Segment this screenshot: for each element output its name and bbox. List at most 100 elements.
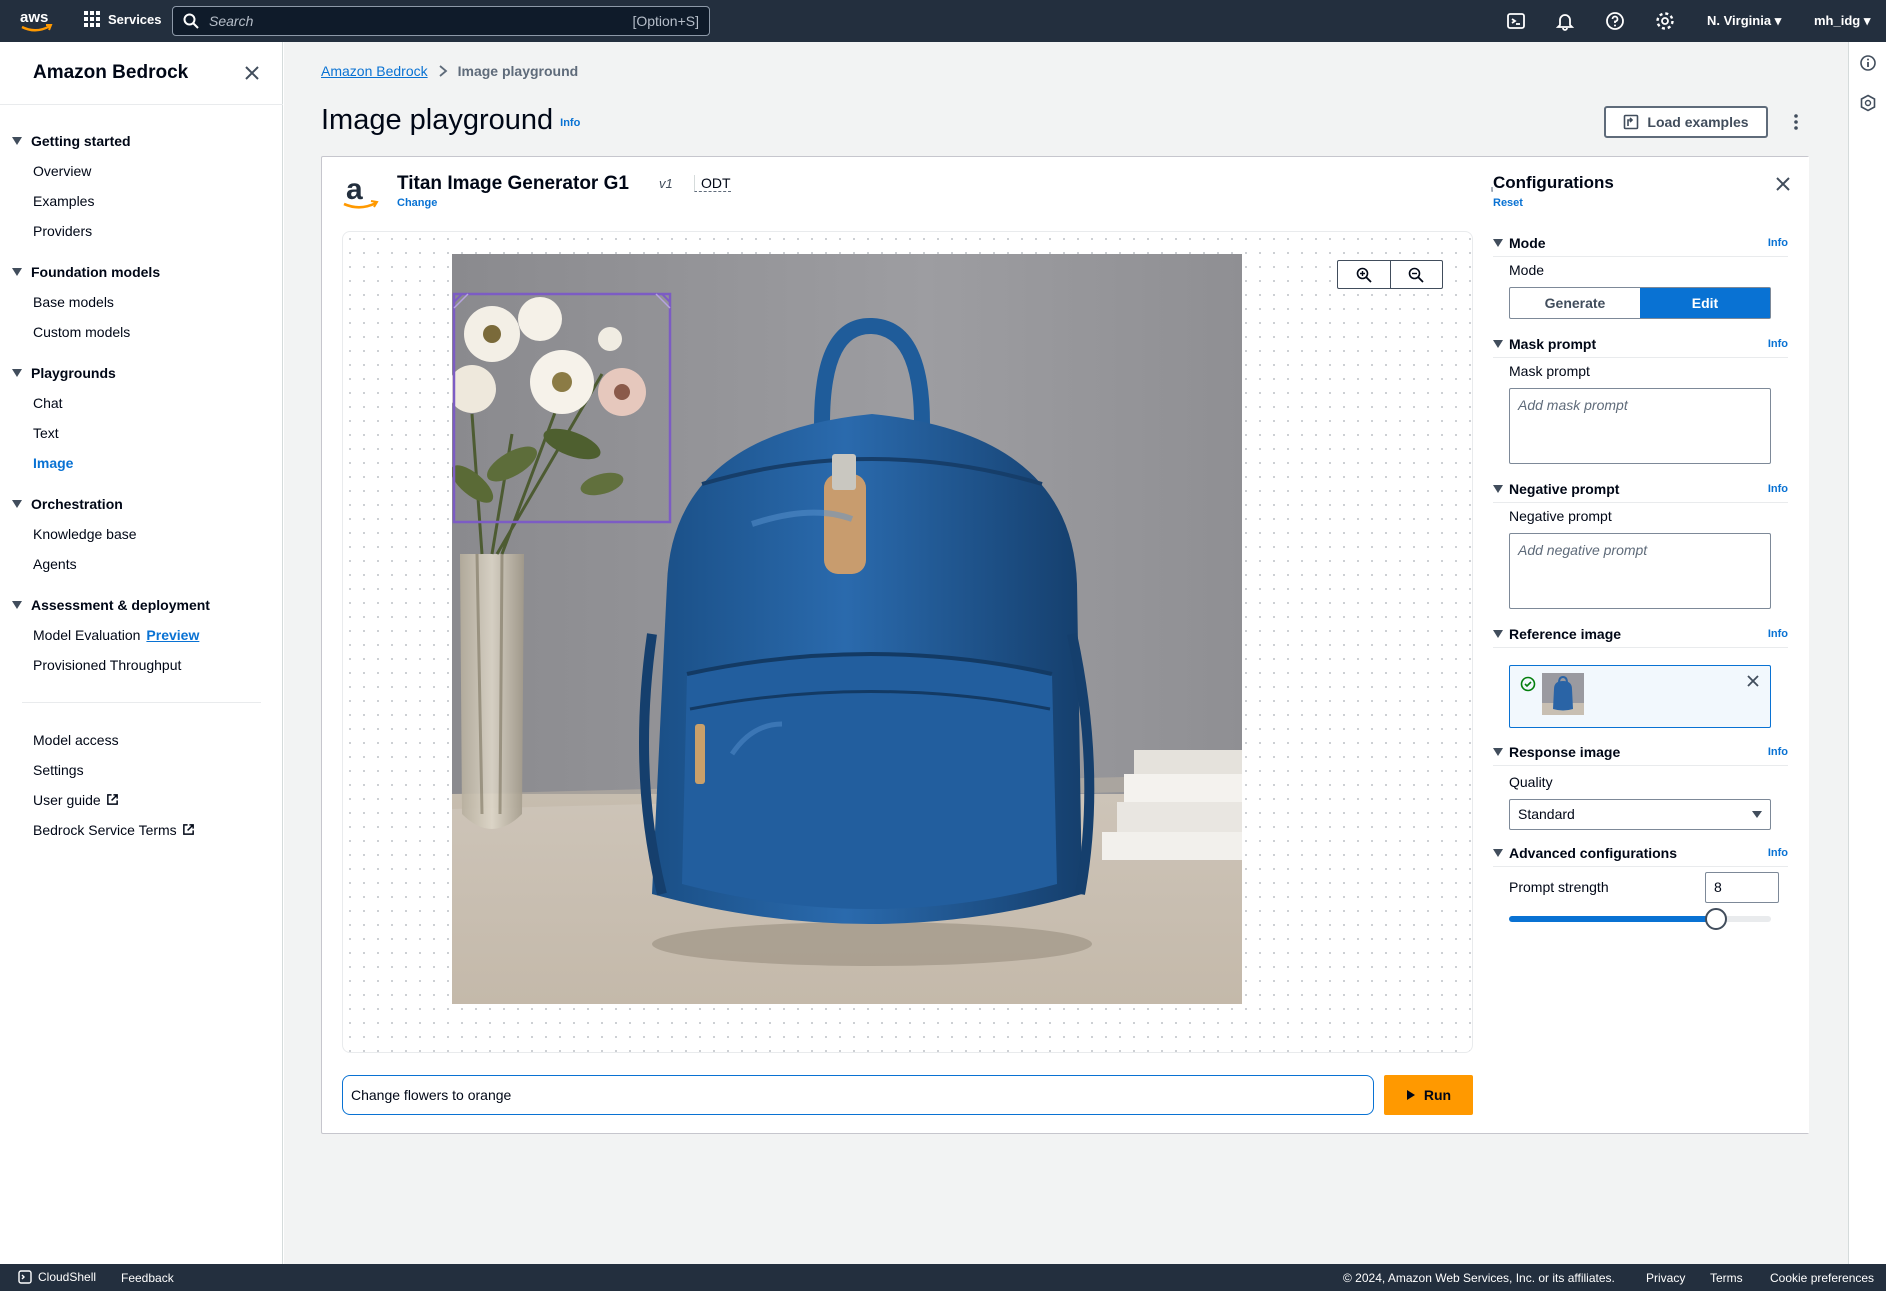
main-content: Amazon Bedrock Image playground Image pl… [284,42,1848,1264]
section-advanced-configurations[interactable]: Advanced configurations Info [1493,845,1788,867]
info-link[interactable]: Info [560,117,580,129]
zoom-in-button[interactable] [1338,261,1391,288]
sidebar-item-model-access[interactable]: Model access [0,725,283,755]
sidebar-item-settings[interactable]: Settings [0,755,283,785]
reference-image-card[interactable] [1509,665,1771,728]
reset-link[interactable]: Reset [1493,197,1523,209]
cloudshell-icon [18,1270,32,1284]
zoom-out-button[interactable] [1391,261,1443,288]
sidebar-item-model-evaluation[interactable]: Model Evaluation Preview [0,620,283,650]
region-selector[interactable]: N. Virginia ▾ [1707,13,1781,29]
sidebar-item-label: Model Evaluation [33,627,141,643]
prompt-input[interactable]: Change flowers to orange [342,1075,1374,1115]
sidebar-item-user-guide[interactable]: User guide [0,785,283,815]
negative-prompt-textarea[interactable]: Add negative prompt [1509,533,1771,609]
expand-triangle-icon [12,369,22,377]
sidebar-item-provisioned-throughput[interactable]: Provisioned Throughput [0,650,283,680]
caret-down-icon: ▾ [1774,13,1782,28]
section-mode[interactable]: Mode Info [1493,235,1788,257]
info-link[interactable]: Info [1768,483,1788,495]
preview-badge[interactable]: Preview [146,627,199,643]
zoom-in-icon [1356,267,1372,283]
section-mask-prompt[interactable]: Mask prompt Info [1493,336,1788,358]
terms-link[interactable]: Terms [1710,1271,1743,1285]
info-link[interactable]: Info [1768,847,1788,859]
info-link[interactable]: Info [1768,338,1788,350]
section-response-image[interactable]: Response image Info [1493,744,1788,766]
nav-group-orchestration[interactable]: Orchestration [0,489,283,519]
sidebar-item-custom-models[interactable]: Custom models [0,317,283,347]
image-canvas[interactable] [342,231,1473,1053]
mask-prompt-textarea[interactable]: Add mask prompt [1509,388,1771,464]
expand-triangle-icon [12,137,22,145]
prompt-strength-input[interactable]: 8 [1705,872,1779,903]
cookie-preferences-link[interactable]: Cookie preferences [1770,1271,1874,1285]
expand-triangle-icon [12,500,22,508]
remove-icon[interactable] [1746,674,1760,693]
collapse-triangle-icon [1493,630,1503,638]
change-model-link[interactable]: Change [397,197,437,209]
search-input[interactable]: Search [Option+S] [172,6,710,36]
info-circle-icon[interactable] [1859,54,1877,77]
sidebar-item-image[interactable]: Image [0,448,283,478]
sidebar-item-service-terms[interactable]: Bedrock Service Terms [0,815,283,845]
nav-group-assessment-deployment[interactable]: Assessment & deployment [0,590,283,620]
user-menu[interactable]: mh_idg ▾ [1814,13,1870,29]
sidebar-item-overview[interactable]: Overview [0,156,283,186]
check-circle-icon [1520,676,1536,692]
aws-logo[interactable]: aws [18,6,54,36]
more-options-icon[interactable] [1792,112,1800,132]
privacy-link[interactable]: Privacy [1646,1271,1685,1285]
section-title: Reference image [1509,626,1622,642]
section-negative-prompt[interactable]: Negative prompt Info [1493,481,1788,503]
run-button[interactable]: Run [1384,1075,1473,1115]
section-reference-image[interactable]: Reference image Info [1493,626,1788,648]
mode-generate-button[interactable]: Generate [1510,288,1640,318]
throughput-label[interactable]: ODT [694,175,731,192]
nav-group-label: Orchestration [31,496,123,512]
close-icon[interactable] [243,64,261,82]
sidebar-item-label: Bedrock Service Terms [33,822,177,838]
feedback-link[interactable]: Feedback [121,1271,174,1285]
section-title: Advanced configurations [1509,845,1678,861]
load-examples-button[interactable]: Load examples [1604,106,1768,138]
info-link[interactable]: Info [1768,746,1788,758]
settings-icon[interactable] [1655,11,1675,31]
prompt-strength-slider[interactable] [1509,908,1771,930]
sidebar-title[interactable]: Amazon Bedrock [33,62,188,84]
info-link[interactable]: Info [1768,237,1788,249]
sidebar-item-chat[interactable]: Chat [0,388,283,418]
load-examples-icon [1624,114,1639,130]
nav-group-getting-started[interactable]: Getting started [0,126,283,156]
slider-handle[interactable] [1704,908,1727,930]
caret-down-icon: ▾ [1863,13,1871,28]
breadcrumb-link-root[interactable]: Amazon Bedrock [321,63,428,79]
sidebar-item-examples[interactable]: Examples [0,186,283,216]
help-icon[interactable] [1605,11,1625,31]
quality-select[interactable]: Standard [1509,799,1771,830]
nav-group-foundation-models[interactable]: Foundation models [0,257,283,287]
collapse-triangle-icon [1493,239,1503,247]
external-link-icon [106,794,118,805]
close-icon[interactable] [1776,177,1790,191]
sidebar-item-base-models[interactable]: Base models [0,287,283,317]
top-navigation-bar: aws Services Search [Option+S] N. Virgin… [0,0,1886,42]
load-examples-label: Load examples [1647,114,1749,130]
sidebar-item-agents[interactable]: Agents [0,549,283,579]
zoom-controls [1337,260,1443,289]
sidebar-item-text[interactable]: Text [0,418,283,448]
mode-edit-button[interactable]: Edit [1640,288,1770,318]
external-link-icon [182,824,194,835]
hexagon-icon[interactable] [1859,94,1877,117]
cloudshell-button[interactable]: CloudShell [18,1270,96,1284]
sidebar-item-providers[interactable]: Providers [0,216,283,246]
collapse-triangle-icon [1493,748,1503,756]
info-link[interactable]: Info [1768,628,1788,640]
bell-icon[interactable] [1555,11,1575,31]
services-menu-button[interactable]: Services [84,11,162,27]
sidebar: Amazon Bedrock Getting started Overview … [0,42,283,1264]
nav-group-playgrounds[interactable]: Playgrounds [0,358,283,388]
configurations-panel: Configurations Reset Mode Info Mode Gener… [1493,157,1809,1133]
sidebar-item-knowledge-base[interactable]: Knowledge base [0,519,283,549]
cloudshell-icon[interactable] [1506,11,1526,31]
